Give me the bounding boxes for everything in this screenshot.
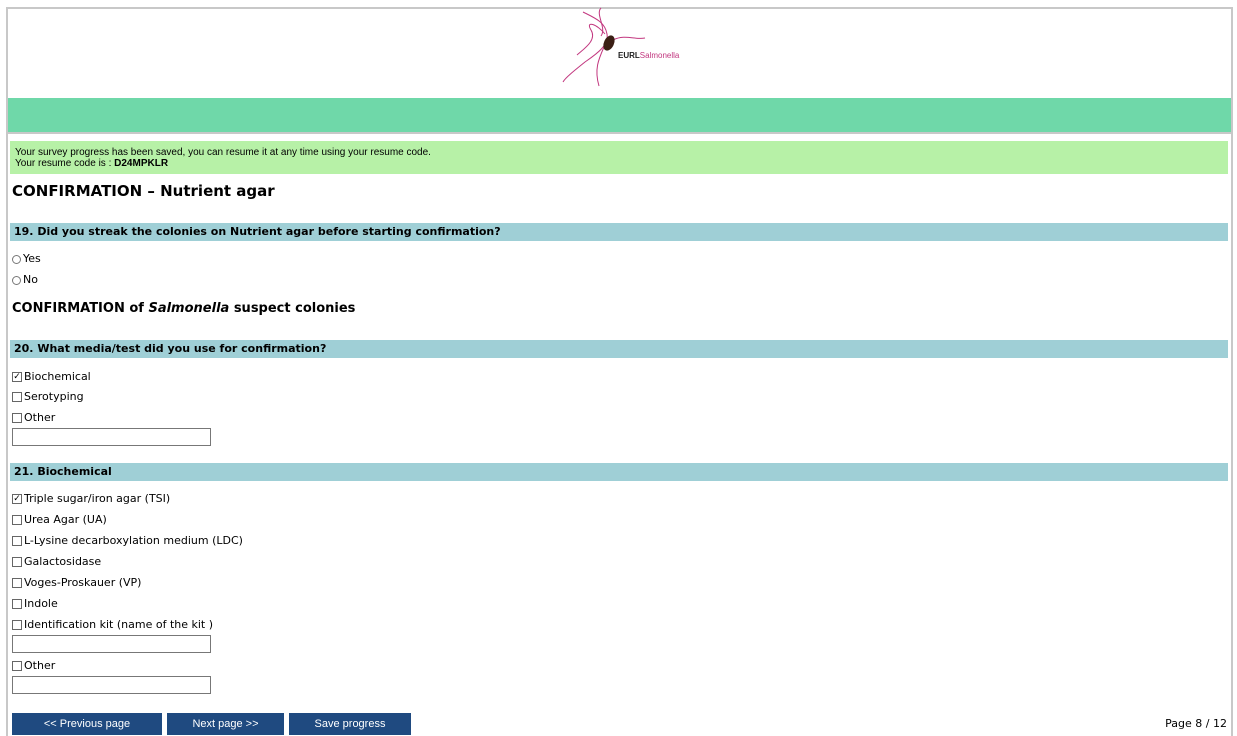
q20-option-serotyping[interactable]: Serotyping xyxy=(12,390,84,404)
q21-kit-input[interactable] xyxy=(12,635,211,653)
checkbox-checked[interactable]: ✓ xyxy=(12,494,22,504)
option-label: Yes xyxy=(23,252,41,265)
logo-text-pink: Salmonella xyxy=(639,51,680,60)
checkbox[interactable] xyxy=(12,578,22,588)
checkbox[interactable] xyxy=(12,557,22,567)
option-label: Other xyxy=(24,659,56,672)
q20-option-other[interactable]: Other xyxy=(12,411,55,425)
notice-line-1: Your survey progress has been saved, you… xyxy=(15,147,431,158)
option-label: L-Lysine decarboxylation medium (LDC) xyxy=(24,534,243,547)
option-label: Biochemical xyxy=(24,370,91,383)
resume-code: D24MPKLR xyxy=(114,158,169,169)
checkbox[interactable] xyxy=(12,599,22,609)
eurl-logo xyxy=(562,7,646,87)
q21-option-vp[interactable]: Voges-Proskauer (VP) xyxy=(12,576,141,590)
resume-code-label: Your resume code is : xyxy=(15,158,115,169)
option-label: Other xyxy=(24,411,56,424)
q21-option-galactosidase[interactable]: Galactosidase xyxy=(12,555,101,569)
q21-option-ua[interactable]: Urea Agar (UA) xyxy=(12,513,107,527)
option-label: Serotyping xyxy=(24,390,84,403)
option-label: Voges-Proskauer (VP) xyxy=(24,576,142,589)
radio-button[interactable] xyxy=(12,275,21,285)
radio-button[interactable] xyxy=(12,254,21,264)
title-part: CONFIRMATION of xyxy=(12,301,149,316)
option-label: Indole xyxy=(24,597,58,610)
checkbox[interactable] xyxy=(12,413,22,423)
section-title-nutrient-agar: CONFIRMATION – Nutrient agar xyxy=(12,182,275,200)
q21-other-input[interactable] xyxy=(12,676,211,694)
q21-option-indole[interactable]: Indole xyxy=(12,597,58,611)
checkbox[interactable] xyxy=(12,536,22,546)
option-label: Identification kit (name of the kit ) xyxy=(24,618,214,631)
checkbox[interactable] xyxy=(12,392,22,402)
save-progress-button[interactable]: Save progress xyxy=(289,713,411,735)
logo-text: EURLSalmonella xyxy=(618,51,679,60)
title-part: suspect colonies xyxy=(229,301,356,316)
q20-option-biochemical[interactable]: ✓ Biochemical xyxy=(12,370,91,384)
question-19-header: 19. Did you streak the colonies on Nutri… xyxy=(10,223,1228,241)
question-20-header: 20. What media/test did you use for conf… xyxy=(10,340,1228,358)
option-label: Triple sugar/iron agar (TSI) xyxy=(24,492,171,505)
previous-page-button[interactable]: << Previous page xyxy=(12,713,162,735)
title-italic: Salmonella xyxy=(148,301,230,316)
save-notice: Your survey progress has been saved, you… xyxy=(10,141,1228,174)
q21-option-other[interactable]: Other xyxy=(12,659,55,673)
notice-line-2: Your resume code is : D24MPKLR xyxy=(15,158,1228,169)
q20-other-input[interactable] xyxy=(12,428,211,446)
logo-text-bold: EURL xyxy=(618,51,640,60)
question-21-header: 21. Biochemical xyxy=(10,463,1228,481)
q19-option-no[interactable]: No xyxy=(12,273,38,287)
section-title-confirmation: CONFIRMATION of Salmonella suspect colon… xyxy=(12,301,355,316)
option-label: Urea Agar (UA) xyxy=(24,513,107,526)
checkbox[interactable] xyxy=(12,620,22,630)
header-bar xyxy=(8,98,1231,134)
option-label: No xyxy=(23,273,38,286)
checkbox[interactable] xyxy=(12,515,22,525)
next-page-button[interactable]: Next page >> xyxy=(167,713,284,735)
q21-option-ldc[interactable]: L-Lysine decarboxylation medium (LDC) xyxy=(12,534,243,548)
page-indicator: Page 8 / 12 xyxy=(1165,717,1227,730)
q21-option-identification-kit[interactable]: Identification kit (name of the kit ) xyxy=(12,618,213,632)
option-label: Galactosidase xyxy=(24,555,102,568)
q19-option-yes[interactable]: Yes xyxy=(12,252,41,266)
checkbox[interactable] xyxy=(12,661,22,671)
q21-option-tsi[interactable]: ✓ Triple sugar/iron agar (TSI) xyxy=(12,492,170,506)
checkbox-checked[interactable]: ✓ xyxy=(12,372,22,382)
